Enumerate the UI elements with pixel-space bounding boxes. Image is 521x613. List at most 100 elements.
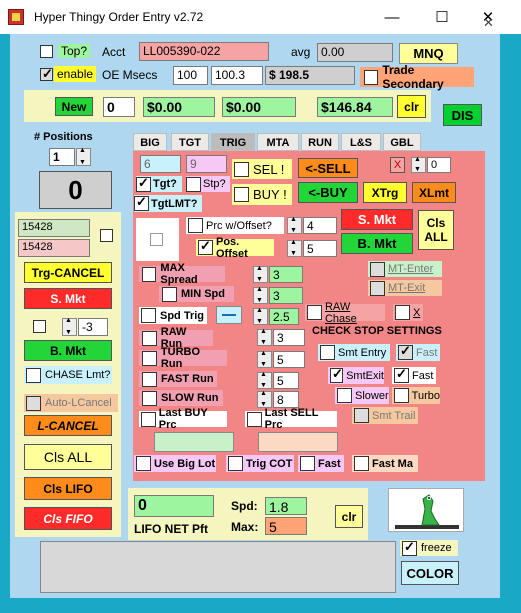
- top-checkbox[interactable]: [40, 45, 53, 58]
- slow-run-option[interactable]: SLOW Run: [139, 390, 223, 406]
- prc-offset-value[interactable]: 4: [303, 217, 337, 234]
- raw-run-spinner[interactable]: [257, 328, 272, 346]
- positions-field[interactable]: 1: [49, 148, 75, 166]
- spd-trig-spinner[interactable]: [253, 307, 268, 325]
- fast1-option[interactable]: Fast: [396, 343, 440, 361]
- mt-enter-checkbox[interactable]: [370, 261, 385, 277]
- raw-chase-checkbox[interactable]: [307, 305, 322, 320]
- trig-box-6[interactable]: 6: [140, 155, 181, 173]
- spd-trig-value[interactable]: 2.5: [269, 308, 299, 325]
- b-mkt-button-trig[interactable]: B. Mkt: [341, 233, 413, 254]
- x-value[interactable]: 0: [427, 157, 451, 173]
- min-spd-spinner[interactable]: [253, 286, 268, 304]
- min-spd-checkbox[interactable]: [162, 286, 177, 302]
- tgtlmt-option[interactable]: TgtLMT?: [134, 194, 202, 212]
- enable-checkbox[interactable]: [40, 66, 53, 82]
- extra-close-icon[interactable]: ✕: [483, 15, 494, 31]
- smt-entry-option[interactable]: Smt Entry: [318, 344, 390, 361]
- pos-offset-checkbox[interactable]: [198, 238, 213, 255]
- x2-checkbox[interactable]: [395, 305, 410, 320]
- smt-entry-checkbox[interactable]: [320, 345, 335, 360]
- fast-run-value[interactable]: 5: [273, 372, 299, 389]
- last-sell-field[interactable]: [258, 432, 338, 452]
- chase-lmt-checkbox[interactable]: [26, 367, 41, 383]
- dis-button[interactable]: DIS: [443, 104, 482, 126]
- qty-spinner[interactable]: [62, 317, 77, 336]
- s-mkt-button-trig[interactable]: S. Mkt: [341, 209, 413, 230]
- prc-offset-option[interactable]: Prc w/Offset?: [186, 217, 284, 234]
- prc-offset-spinner[interactable]: [287, 216, 302, 234]
- raw-chase-option[interactable]: RAW Chase: [305, 301, 385, 325]
- tgt-option[interactable]: Tgt?: [136, 175, 182, 192]
- max-spread-value[interactable]: 3: [269, 266, 303, 283]
- trade-secondary-checkbox[interactable]: [364, 69, 379, 85]
- slow-run-value[interactable]: 8: [273, 391, 299, 408]
- symbol-field[interactable]: MNQ: [399, 43, 458, 64]
- turbo-checkbox[interactable]: [394, 388, 409, 403]
- buy-option[interactable]: BUY !: [232, 184, 292, 205]
- sel-option[interactable]: SEL !: [232, 159, 292, 179]
- spd-trig-option[interactable]: Spd Trig: [139, 307, 207, 324]
- smt-trail-option[interactable]: Smt Trail: [352, 407, 418, 424]
- maximize-button[interactable]: ☐: [422, 6, 462, 30]
- msecs-field-2[interactable]: 100.3: [211, 66, 263, 85]
- fast3-option[interactable]: Fast: [298, 455, 344, 472]
- fast-run-checkbox[interactable]: [142, 371, 157, 387]
- chase-lmt-option[interactable]: CHASE Lmt?: [24, 366, 112, 384]
- mt-exit-checkbox[interactable]: [370, 280, 385, 296]
- sel-checkbox[interactable]: [234, 161, 249, 177]
- tgtlmt-checkbox[interactable]: [134, 194, 149, 211]
- xlmt-button[interactable]: XLmt: [412, 182, 456, 203]
- fast2-checkbox[interactable]: [394, 366, 409, 383]
- trig-cot-checkbox[interactable]: [228, 456, 243, 471]
- cls-lifo-button[interactable]: Cls LIFO: [24, 477, 112, 500]
- pos-offset-value[interactable]: 5: [303, 240, 337, 257]
- spd-trig-checkbox[interactable]: [141, 308, 156, 323]
- use-big-lot-checkbox[interactable]: [136, 456, 151, 471]
- fast-ma-option[interactable]: Fast Ma: [352, 455, 418, 472]
- slow-run-spinner[interactable]: [257, 390, 272, 408]
- trig-box-9[interactable]: 9: [186, 155, 227, 173]
- x-button[interactable]: X: [390, 157, 405, 173]
- price-checkbox[interactable]: [100, 229, 113, 242]
- fast-ma-checkbox[interactable]: [354, 456, 369, 471]
- smt-exit-option[interactable]: SmtExit: [328, 366, 384, 384]
- tab-trig[interactable]: TRIG: [211, 133, 255, 151]
- max-spread-option[interactable]: MAX Spread: [139, 262, 225, 286]
- buy-checkbox[interactable]: [234, 187, 249, 202]
- fast-run-option[interactable]: FAST Run: [139, 371, 217, 387]
- l-cancel-button[interactable]: L-CANCEL: [24, 415, 112, 436]
- fast3-checkbox[interactable]: [300, 456, 315, 471]
- auto-lcancel-checkbox[interactable]: [26, 395, 41, 411]
- last-buy-checkbox[interactable]: [141, 411, 156, 427]
- xtrg-button[interactable]: XTrg: [363, 182, 407, 203]
- acct-field[interactable]: LL005390-022: [139, 42, 269, 61]
- min-spd-option[interactable]: MIN Spd: [159, 286, 234, 302]
- x2-option[interactable]: X: [393, 304, 423, 321]
- tab-ls[interactable]: L&S: [341, 133, 381, 151]
- max-spread-spinner[interactable]: [253, 265, 268, 283]
- slow-run-checkbox[interactable]: [142, 390, 157, 406]
- fast2-option[interactable]: Fast: [392, 366, 436, 384]
- slower-option[interactable]: Slower: [335, 387, 389, 404]
- use-big-lot-option[interactable]: Use Big Lot: [134, 455, 216, 472]
- tab-gbl[interactable]: GBL: [383, 133, 421, 151]
- clr-button-top[interactable]: clr: [397, 95, 426, 118]
- slower-checkbox[interactable]: [337, 388, 352, 403]
- turbo-run-option[interactable]: TURBO Run: [139, 346, 227, 370]
- freeze-checkbox[interactable]: [402, 539, 417, 556]
- auto-lcancel-option[interactable]: Auto-LCancel: [24, 394, 118, 412]
- tab-big[interactable]: BIG: [133, 133, 167, 151]
- b-mkt-button-left[interactable]: B. Mkt: [24, 340, 112, 361]
- turbo-run-value[interactable]: 5: [273, 351, 305, 368]
- smt-trail-checkbox[interactable]: [354, 408, 369, 423]
- tgt-checkbox[interactable]: [136, 175, 151, 192]
- sell-button[interactable]: <-SELL: [298, 158, 358, 178]
- trade-secondary-option[interactable]: Trade Secondary: [360, 63, 474, 91]
- turbo-option[interactable]: Turbo: [392, 387, 440, 404]
- clr-button-bottom[interactable]: clr: [335, 505, 363, 528]
- new-button[interactable]: New: [55, 97, 93, 116]
- last-sell-checkbox[interactable]: [247, 411, 262, 427]
- trg-cancel-button[interactable]: Trg-CANCEL: [24, 262, 112, 283]
- fast1-checkbox[interactable]: [398, 343, 413, 360]
